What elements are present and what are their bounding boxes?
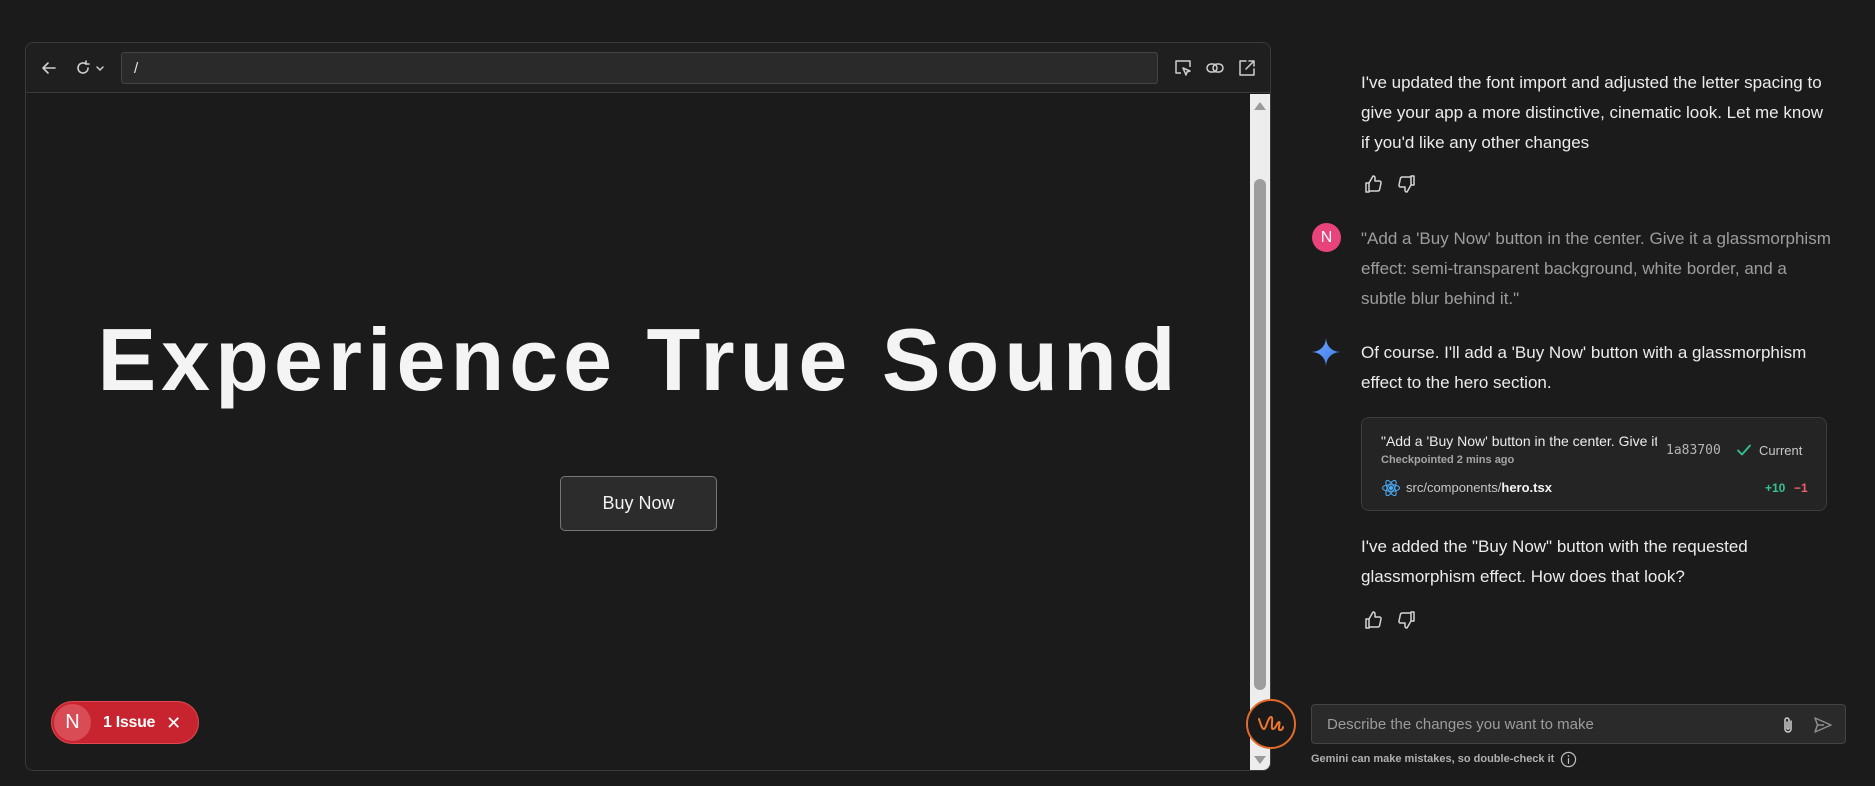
open-external-button[interactable] — [1234, 56, 1260, 80]
user-avatar: N — [1312, 223, 1341, 252]
disclaimer-text: Gemini can make mistakes, so double-chec… — [1311, 753, 1555, 765]
checkpoint-hash: 1a83700 — [1666, 443, 1721, 458]
preview-panel: Experience True Sound Buy Now — [25, 42, 1271, 771]
issue-count-label: 1 Issue — [103, 713, 156, 731]
preview-scrollbar[interactable] — [1250, 94, 1270, 770]
preview-viewport: Experience True Sound Buy Now — [26, 94, 1252, 770]
user-message: "Add a 'Buy Now' button in the center. G… — [1361, 229, 1831, 308]
file-dir: src/components/ — [1406, 480, 1502, 495]
back-button[interactable] — [36, 56, 62, 80]
checkpoint-prompt: "Add a 'Buy Now' button in the center. G… — [1381, 433, 1657, 449]
thumbs-down-icon[interactable] — [1397, 174, 1417, 194]
scroll-thumb[interactable] — [1254, 179, 1266, 690]
message-feedback — [1363, 174, 1417, 194]
logo-icon — [1258, 716, 1284, 731]
paperclip-icon[interactable] — [1778, 715, 1798, 735]
thumbs-down-icon[interactable] — [1397, 610, 1417, 630]
scroll-down-arrow[interactable] — [1254, 756, 1266, 764]
file-name: hero.tsx — [1501, 480, 1552, 495]
inspect-icon — [1175, 60, 1191, 76]
checkpoint-file-path: src/components/hero.tsx — [1406, 480, 1552, 495]
chat-input[interactable] — [1312, 705, 1752, 743]
additions-count: +10 — [1765, 481, 1786, 495]
model-message: Of course. I'll add a 'Buy Now' button w… — [1361, 343, 1807, 392]
react-icon — [1381, 479, 1401, 497]
check-icon — [1737, 444, 1751, 456]
url-input[interactable] — [121, 52, 1158, 84]
message-feedback — [1363, 610, 1417, 630]
checkpoint-time: Checkpointed 2 mins ago — [1381, 454, 1515, 466]
close-icon[interactable]: ✕ — [166, 714, 181, 732]
gemini-sparkle-icon — [1311, 337, 1341, 367]
model-message: I've updated the font import and adjuste… — [1361, 73, 1824, 152]
hero-title: Experience True Sound — [97, 310, 1181, 409]
info-icon[interactable] — [1560, 751, 1577, 768]
checkpoint-status: Current — [1759, 443, 1803, 458]
chevron-down-icon — [96, 66, 104, 72]
inspect-button[interactable] — [1170, 56, 1196, 80]
thumbs-up-icon[interactable] — [1363, 174, 1383, 194]
scroll-up-arrow[interactable] — [1254, 102, 1266, 110]
model-message: I've added the "Buy Now" button with the… — [1361, 537, 1748, 586]
reload-button[interactable] — [70, 56, 110, 80]
link-button[interactable] — [1202, 56, 1228, 80]
send-icon[interactable] — [1813, 715, 1833, 735]
preview-toolbar — [26, 43, 1270, 93]
buy-now-button[interactable]: Buy Now — [560, 476, 717, 531]
deletions-count: −1 — [1794, 481, 1808, 495]
app-logo[interactable] — [1246, 699, 1296, 749]
reload-icon — [77, 60, 90, 74]
link-icon — [1206, 63, 1224, 73]
back-arrow-icon — [42, 62, 56, 74]
chat-input-box — [1311, 704, 1846, 744]
issue-avatar: N — [54, 704, 91, 741]
thumbs-up-icon[interactable] — [1363, 610, 1383, 630]
checkpoint-card[interactable]: "Add a 'Buy Now' button in the center. G… — [1361, 417, 1827, 511]
issue-badge[interactable]: N 1 Issue ✕ — [51, 701, 199, 744]
external-link-icon — [1239, 60, 1255, 76]
